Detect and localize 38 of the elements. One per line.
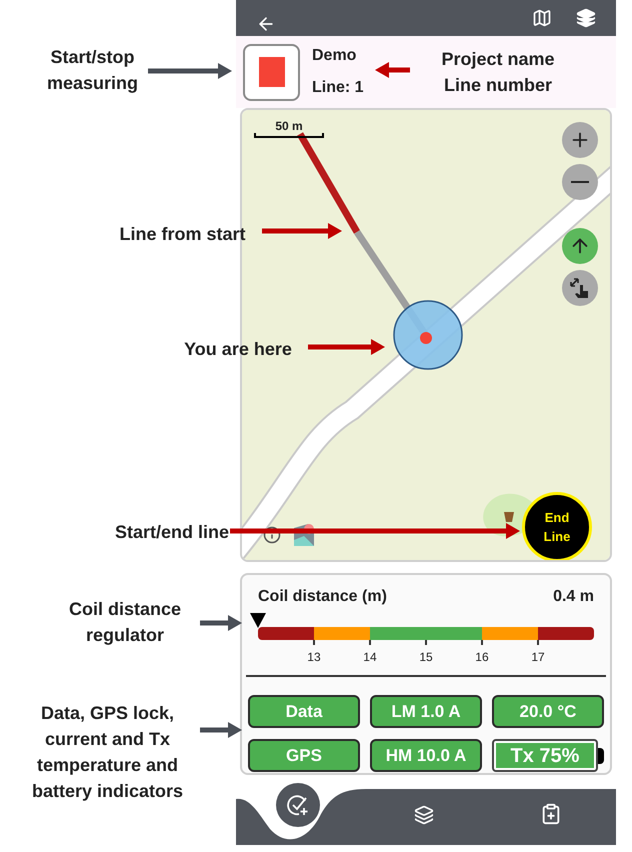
annotation-text: Start/end line	[114, 521, 230, 544]
annotation-text: Data, GPS lock, current and Tx temperature and battery indicators	[30, 702, 184, 803]
map-icon[interactable]	[532, 8, 552, 28]
minus-icon	[571, 181, 589, 183]
annotation-text: Line from start	[118, 223, 247, 246]
tick-label: 17	[531, 649, 545, 666]
battery-tip-icon	[598, 748, 604, 764]
check-plus-icon	[287, 794, 309, 816]
annotation-text: Start/stop measuring	[46, 46, 140, 95]
clipboard-plus-icon[interactable]	[540, 803, 562, 825]
maps-app-icon[interactable]	[294, 524, 314, 546]
status-indicator: GPS	[248, 739, 360, 772]
status-indicator: 20.0 °C	[492, 695, 604, 728]
scale-label: 50 m	[275, 120, 303, 132]
status-indicator: Data	[248, 695, 360, 728]
layers-icon[interactable]	[576, 8, 596, 28]
battery-indicator: Tx 75%	[492, 739, 598, 772]
annotation-text: Coil distance regulator	[68, 598, 182, 647]
line-number: Line: 1	[312, 78, 364, 98]
slider-thumb[interactable]	[250, 613, 266, 629]
project-name: Demo	[312, 46, 358, 66]
tick-label: 13	[307, 649, 321, 666]
tick-label: 16	[475, 649, 489, 666]
scale-bar	[254, 133, 324, 138]
info-icon[interactable]	[263, 526, 281, 544]
tick-label: 15	[419, 649, 433, 666]
annotation-text: Project name Line number	[440, 48, 556, 97]
location-marker	[393, 300, 463, 370]
status-indicator: HM 10.0 A	[370, 739, 482, 772]
stop-icon	[258, 57, 284, 87]
annotation-text: You are here	[183, 338, 293, 361]
stop-button[interactable]	[243, 44, 300, 100]
status-indicator: LM 1.0 A	[370, 695, 482, 728]
coil-distance-reading: 0.4 m	[553, 587, 594, 607]
tick-label: 14	[363, 649, 377, 666]
layers-icon[interactable]	[414, 805, 434, 825]
coil-distance-title: Coil distance (m)	[258, 587, 387, 607]
pointing-hand-icon	[569, 277, 591, 299]
